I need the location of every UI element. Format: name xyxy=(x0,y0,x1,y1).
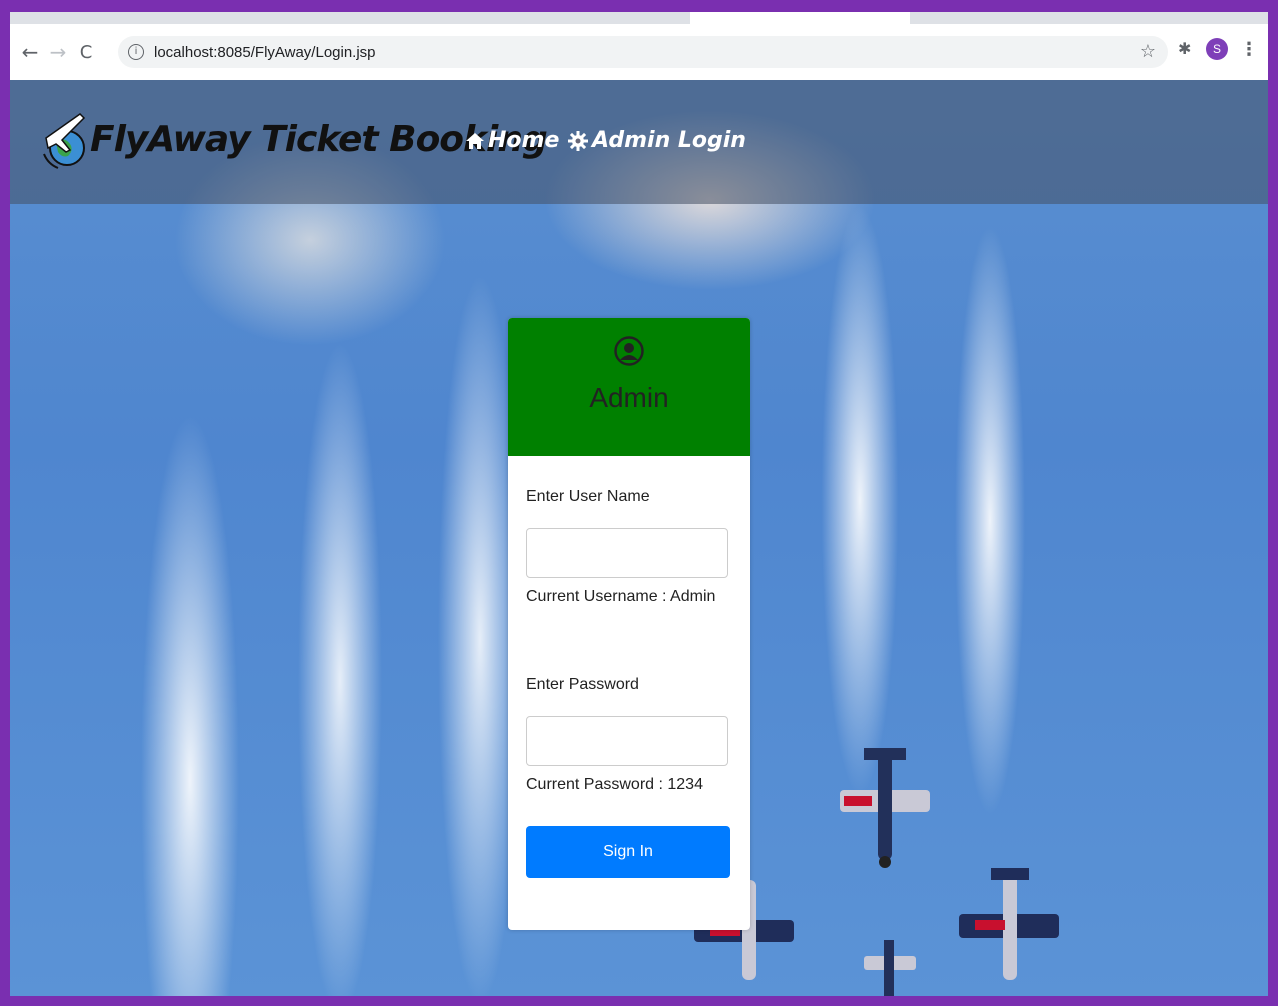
password-label: Enter Password xyxy=(526,676,639,693)
password-input[interactable] xyxy=(526,716,728,766)
card-title: Admin xyxy=(589,382,669,413)
login-card-header: Admin xyxy=(508,318,750,456)
site-navbar: FlyAway Ticket Booking Home Admin Login xyxy=(10,80,1268,204)
profile-avatar[interactable]: S xyxy=(1206,38,1228,60)
browser-toolbar: ← → C i localhost:8085/FlyAway/Login.jsp… xyxy=(10,24,1268,81)
bookmark-star-icon[interactable]: ☆ xyxy=(1140,41,1156,62)
home-icon xyxy=(466,132,484,149)
gear-icon xyxy=(568,130,588,151)
back-arrow-icon[interactable]: ← xyxy=(16,38,44,66)
reload-icon[interactable]: C xyxy=(72,38,100,66)
info-icon[interactable]: i xyxy=(128,44,144,60)
username-hint: Current Username : Admin xyxy=(526,588,716,605)
airplane-image xyxy=(959,868,1059,980)
page-background: FlyAway Ticket Booking Home Admin Login … xyxy=(10,80,1268,996)
menu-kebab-icon[interactable]: ⋮ xyxy=(1240,39,1258,60)
address-bar[interactable]: i localhost:8085/FlyAway/Login.jsp ☆ xyxy=(118,36,1168,68)
airplane-globe-logo-icon xyxy=(43,113,86,169)
tab-gap xyxy=(690,12,910,24)
forward-arrow-icon[interactable]: → xyxy=(44,38,72,66)
tab-strip xyxy=(10,12,1268,24)
toolbar-actions: ✱ S ⋮ xyxy=(1178,38,1258,60)
url-text[interactable]: localhost:8085/FlyAway/Login.jsp xyxy=(154,44,376,61)
user-circle-icon xyxy=(614,336,644,366)
nav-link-admin-login[interactable]: Admin Login xyxy=(568,128,746,153)
username-label: Enter User Name xyxy=(526,488,650,505)
browser-window: ← → C i localhost:8085/FlyAway/Login.jsp… xyxy=(10,12,1268,996)
airplane-image xyxy=(864,940,916,996)
extensions-icon[interactable]: ✱ xyxy=(1178,41,1194,57)
airplane-image xyxy=(840,748,930,868)
nav-link-label: Admin Login xyxy=(592,128,746,153)
login-card: Admin Enter User Name Current Username :… xyxy=(508,318,750,930)
sign-in-button[interactable]: Sign In xyxy=(526,826,730,878)
password-hint: Current Password : 1234 xyxy=(526,776,703,793)
nav-link-label: Home xyxy=(488,128,560,153)
browser-tab[interactable] xyxy=(100,12,690,24)
username-input[interactable] xyxy=(526,528,728,578)
nav-link-home[interactable]: Home xyxy=(466,128,559,153)
